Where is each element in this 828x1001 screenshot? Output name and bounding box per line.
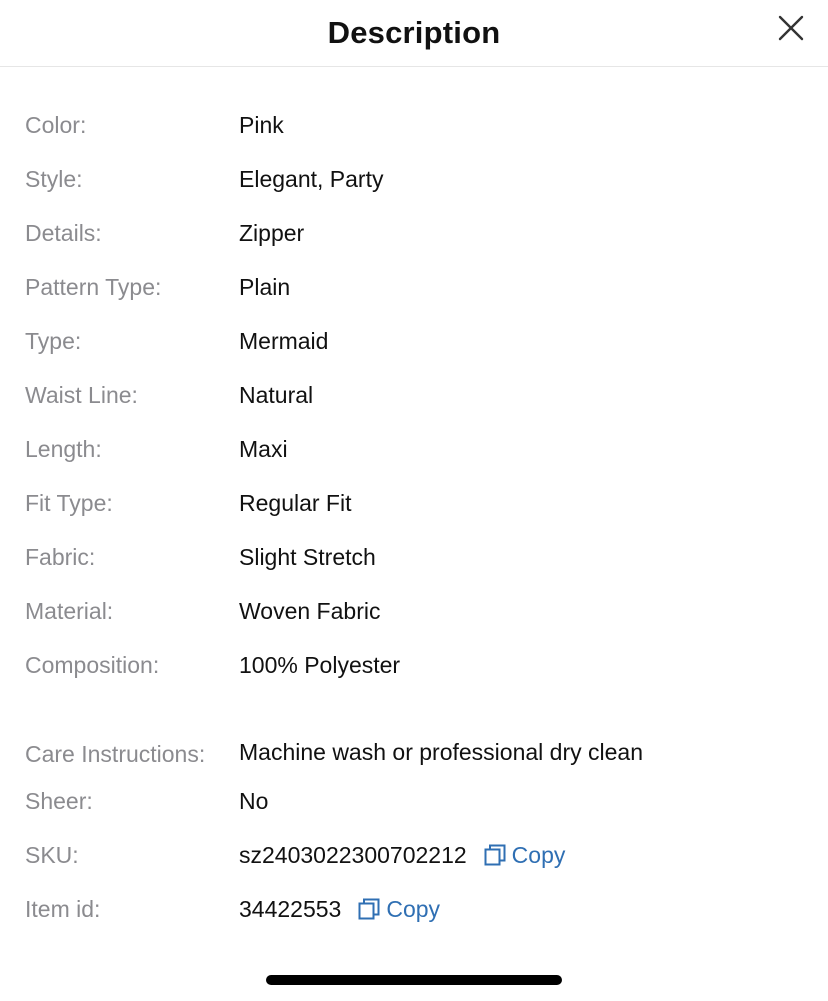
attribute-label: Style: [25,166,83,192]
attribute-row-item-id: Item id: 34422553 Copy [0,882,828,936]
description-sheet: Description Color: Pink Style: Elegant, … [0,0,828,1001]
attribute-row-details: Details: Zipper [0,206,828,260]
page-title: Description [327,15,501,50]
attribute-value: Pink [239,112,284,138]
attribute-value: Mermaid [239,328,329,354]
attribute-label: Waist Line: [25,382,138,408]
attribute-label: SKU: [25,842,79,868]
attribute-label: Item id: [25,896,101,922]
copy-sku-button[interactable]: Copy [484,841,566,869]
copy-icon [484,844,506,866]
item-id-value: 34422553 [239,896,342,922]
attribute-value: Machine wash or professional dry clean [239,739,643,765]
attribute-row-sheer: Sheer: No [0,774,828,828]
copy-icon [358,898,380,920]
attribute-row-sku: SKU: sz2403022300702212 Copy [0,828,828,882]
home-indicator[interactable] [266,975,562,985]
attribute-value: Woven Fabric [239,598,381,624]
attribute-label: Care Instructions: [25,741,206,767]
attribute-value: Natural [239,382,314,408]
sku-value: sz2403022300702212 [239,842,467,868]
attribute-row-length: Length: Maxi [0,422,828,476]
attribute-value: Slight Stretch [239,544,376,570]
attribute-label: Material: [25,598,114,624]
attribute-label: Sheer: [25,788,93,814]
close-icon [778,15,804,41]
attribute-row-composition: Composition: 100% Polyester [0,638,828,692]
attribute-value: 100% Polyester [239,652,401,678]
attribute-value: Plain [239,274,291,300]
attribute-row-waist-line: Waist Line: Natural [0,368,828,422]
copy-item-id-button[interactable]: Copy [358,895,440,923]
attribute-label: Pattern Type: [25,274,162,300]
attribute-label: Fit Type: [25,490,113,516]
copy-label: Copy [386,896,441,922]
close-button[interactable] [776,13,806,43]
attribute-row-style: Style: Elegant, Party [0,152,828,206]
attribute-value: No [239,788,269,814]
attribute-value: Elegant, Party [239,166,384,192]
attribute-value: Maxi [239,436,288,462]
attribute-row-care-instructions: Care Instructions: Machine wash or profe… [0,692,828,774]
attribute-row-pattern-type: Pattern Type: Plain [0,260,828,314]
attribute-row-fabric: Fabric: Slight Stretch [0,530,828,584]
attribute-value: Zipper [239,220,305,246]
attribute-row-color: Color: Pink [0,98,828,152]
attribute-list: Color: Pink Style: Elegant, Party Detail… [0,98,828,936]
sku-value-group: sz2403022300702212 Copy [239,841,565,869]
attribute-row-material: Material: Woven Fabric [0,584,828,638]
attribute-value: Regular Fit [239,490,352,516]
item-id-value-group: 34422553 Copy [239,895,440,923]
attribute-label: Fabric: [25,544,96,570]
sheet-header: Description [0,0,828,67]
attribute-label: Type: [25,328,82,354]
attribute-label: Color: [25,112,87,138]
copy-label: Copy [511,842,566,868]
attribute-label: Composition: [25,652,160,678]
attribute-row-fit-type: Fit Type: Regular Fit [0,476,828,530]
attribute-label: Length: [25,436,102,462]
attribute-row-type: Type: Mermaid [0,314,828,368]
attribute-label: Details: [25,220,102,246]
